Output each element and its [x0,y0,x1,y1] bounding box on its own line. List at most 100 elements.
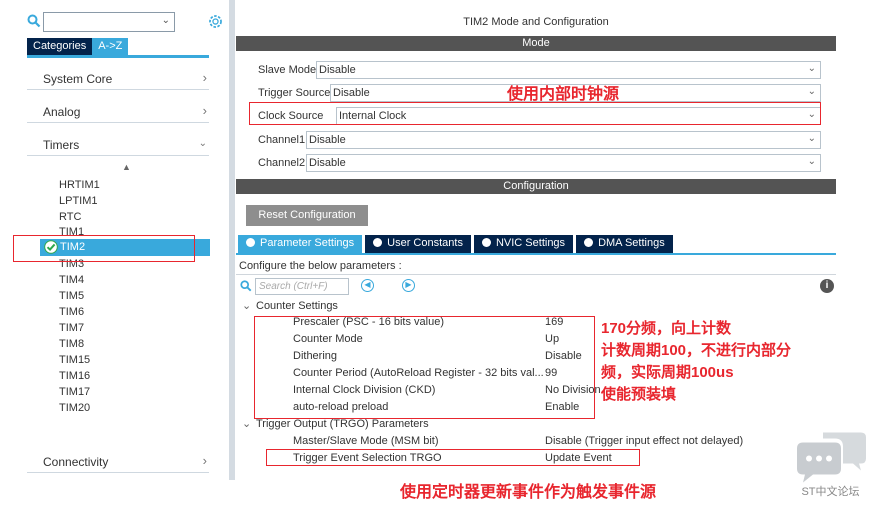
panel-splitter[interactable] [229,0,235,480]
param-value[interactable]: Disable (Trigger input effect not delaye… [545,435,743,447]
note-line: 使能预装填 [601,386,677,403]
watermark-text: ST中文论坛 [801,486,860,498]
note-line: 170分频，向上计数 [601,320,732,337]
trigger-source-label: Trigger Source [258,87,331,99]
timer-item-tim16[interactable]: TIM16 [59,368,100,384]
timer-item-tim7[interactable]: TIM7 [59,320,100,336]
category-system-core[interactable]: System Core › [27,66,209,90]
tab-dma-settings[interactable]: DMA Settings [576,235,673,253]
timer-item-hrtim1[interactable]: HRTIM1 [59,177,100,193]
timer-item-tim17[interactable]: TIM17 [59,384,100,400]
search-input[interactable]: ⌄ [43,12,175,32]
tabs-underline [236,253,836,255]
annotation-box-tim2 [13,235,195,262]
chevron-right-icon: › [202,70,207,85]
timer-item-tim6[interactable]: TIM6 [59,304,100,320]
configuration-header: Configuration [236,179,836,194]
channel1-row: Channel1 Disable ⌄ [256,130,821,150]
tab-nvic-settings[interactable]: NVIC Settings [473,235,574,253]
channel2-row: Channel2 Disable ⌄ [256,153,821,173]
category-analog[interactable]: Analog › [27,99,209,123]
tab-categories[interactable]: Categories [27,38,93,55]
chevron-down-icon: ⌄ [807,156,816,167]
tab-label: DMA Settings [598,237,665,249]
timer-item-tim8[interactable]: TIM8 [59,336,100,352]
parameter-tabs: Parameter Settings User Constants NVIC S… [238,235,673,253]
chevron-down-icon: ⌄ [242,300,252,312]
annotation-box-trgo [266,449,640,466]
category-connectivity[interactable]: Connectivity › [27,449,209,473]
slave-mode-row: Slave Mode Disable ⌄ [256,60,821,80]
param-name: Master/Slave Mode (MSM bit) [293,435,439,447]
tab-parameter-settings[interactable]: Parameter Settings [238,235,363,253]
channel2-select[interactable]: Disable ⌄ [306,154,821,172]
tab-label: Parameter Settings [260,237,355,249]
check-circle-icon [246,238,255,247]
tab-a-to-z[interactable]: A->Z [92,38,129,55]
category-label: Analog [43,105,81,119]
category-label: Connectivity [43,455,109,469]
tab-label: User Constants [387,237,463,249]
category-label: System Core [43,72,113,86]
group-title: Trigger Output (TRGO) Parameters [256,418,429,430]
search-icon[interactable] [27,14,41,28]
timer-item-rtc[interactable]: RTC [59,209,100,225]
category-timers[interactable]: Timers ⌄ [27,132,209,156]
chevron-right-icon: › [202,453,207,468]
category-tabs: Categories A->Z [27,38,129,55]
category-label: Timers [43,138,80,152]
channel1-value: Disable [309,134,346,146]
tab-label: NVIC Settings [495,237,566,249]
timer-item-tim15[interactable]: TIM15 [59,352,100,368]
annotation-counter-note: 170分频，向上计数 计数周期100，不进行内部分 频，实际周期100us 使能… [601,318,791,406]
timer-list: HRTIM1 LPTIM1 RTC TIM1 TIM2 TIM3 TIM4 TI… [59,177,100,416]
search-icon[interactable] [240,280,252,292]
info-icon[interactable]: i [820,279,834,293]
sort-icon[interactable]: ▲︎ [122,162,131,172]
parameter-search: Search (Ctrl+F) [240,278,349,295]
check-circle-icon [373,238,383,247]
mode-header: Mode [236,36,836,51]
timer-item-tim5[interactable]: TIM5 [59,288,100,304]
previous-match-button[interactable]: ◀ [361,279,374,292]
tab-user-constants[interactable]: User Constants [365,235,471,253]
chevron-down-icon: ⌄ [807,63,816,74]
slave-mode-label: Slave Mode [258,64,317,76]
parameter-search-input[interactable]: Search (Ctrl+F) [255,278,349,295]
slave-mode-select[interactable]: Disable ⌄ [316,61,821,79]
annotation-box-clock-source [249,102,821,125]
slave-mode-value: Disable [319,64,356,76]
channel1-select[interactable]: Disable ⌄ [306,131,821,149]
check-circle-icon [584,238,594,247]
next-match-button[interactable]: ▶ [402,279,415,292]
divider [236,274,836,275]
component-search: ⌄ [27,12,227,34]
trigger-source-value: Disable [333,87,370,99]
timer-item-tim20[interactable]: TIM20 [59,400,100,416]
annotation-trgo-note: 使用定时器更新事件作为触发事件源 [400,484,657,501]
channel1-label: Channel1 [258,134,306,146]
chevron-down-icon: ⌄ [198,138,207,149]
search-placeholder: Search (Ctrl+F) [259,281,328,292]
group-counter-settings[interactable]: ⌄ Counter Settings [242,299,338,312]
param-row-master-slave-mode[interactable]: Master/Slave Mode (MSM bit) Disable (Tri… [293,434,833,450]
gear-icon[interactable] [207,13,224,30]
channel2-value: Disable [309,157,346,169]
chevron-down-icon: ⌄ [807,86,816,97]
annotation-clock-note: 使用内部时钟源 [507,86,620,103]
timer-item-tim4[interactable]: TIM4 [59,272,100,288]
check-circle-icon [481,238,491,247]
reset-configuration-button[interactable]: Reset Configuration [246,205,368,226]
note-line: 计数周期100，不进行内部分 [601,342,792,359]
configure-instructions: Configure the below parameters : [239,260,402,272]
panel-title: TIM2 Mode and Configuration [463,16,609,28]
channel2-label: Channel2 [258,157,306,169]
group-title: Counter Settings [256,300,338,312]
note-line: 频，实际周期100us [601,364,734,381]
chevron-right-icon: › [202,103,207,118]
tab-underline [27,55,209,58]
annotation-box-counter-settings [254,316,595,419]
timer-item-lptim1[interactable]: LPTIM1 [59,193,100,209]
chevron-down-icon: ⌄ [807,133,816,144]
chevron-down-icon[interactable]: ⌄ [162,15,170,26]
